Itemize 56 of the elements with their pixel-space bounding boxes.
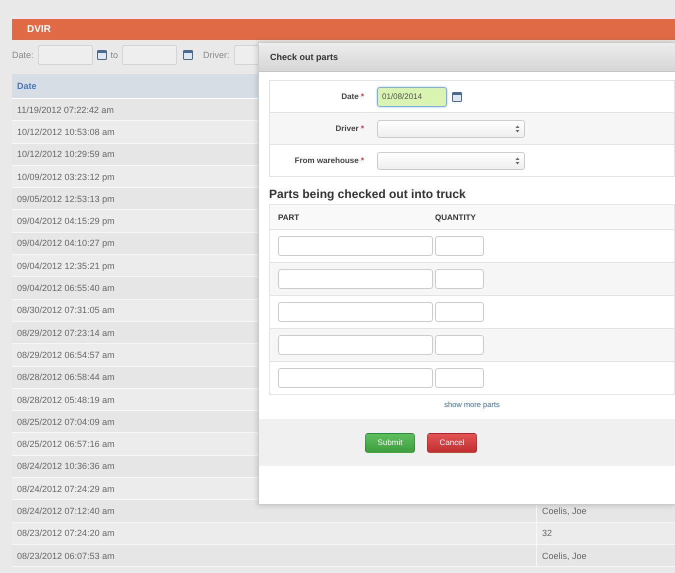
calendar-icon[interactable] — [96, 50, 107, 60]
quantity-field[interactable] — [435, 368, 484, 388]
table-cell: 10/12/2012 10:53:08 am — [17, 126, 115, 137]
quantity-field[interactable] — [435, 269, 484, 289]
date-field[interactable]: 01/08/2014 — [377, 86, 447, 106]
dropdown[interactable] — [377, 152, 525, 170]
calendar-icon[interactable] — [452, 92, 462, 102]
table-cell: 08/24/2012 07:12:40 am — [17, 506, 115, 516]
field-label: Driver: — [203, 50, 230, 60]
table-cell: Coelis, Joe — [542, 550, 587, 561]
dropdown[interactable] — [377, 120, 525, 138]
table-cell: 08/28/2012 05:48:19 am — [17, 394, 115, 404]
cancel-button[interactable]: Cancel — [427, 432, 477, 452]
field-label: to — [110, 50, 118, 60]
column-header: PART — [278, 212, 300, 222]
table-cell: 09/04/2012 06:55:40 am — [17, 283, 115, 294]
table-cell: 10/12/2012 10:29:59 am — [17, 149, 115, 160]
field-label: Date: — [12, 50, 34, 60]
table-cell: 08/24/2012 07:24:29 am — [17, 484, 115, 494]
section-heading: Parts being checked out into truck — [269, 187, 467, 201]
part-field[interactable] — [278, 269, 433, 289]
date-field[interactable] — [122, 44, 178, 64]
column-header: QUANTITY — [435, 212, 476, 222]
table-cell: 08/28/2012 06:58:44 am — [17, 372, 115, 382]
table-cell: 10/09/2012 03:23:12 pm — [17, 172, 115, 182]
field-label: Driver * — [334, 124, 364, 133]
part-field[interactable] — [278, 335, 433, 355]
table-cell: 09/05/2012 12:53:13 pm — [17, 194, 115, 204]
table-cell: 08/25/2012 06:57:16 am — [17, 439, 115, 450]
page-title: DVIR — [27, 24, 51, 35]
table-cell: 08/24/2012 10:36:36 am — [17, 461, 115, 472]
quantity-field[interactable] — [435, 335, 484, 355]
table-cell: 11/19/2012 07:22:42 am — [17, 104, 114, 115]
table-cell: 08/25/2012 07:04:09 am — [17, 416, 115, 427]
table-cell: Coelis, Joe — [542, 506, 587, 516]
quantity-field[interactable] — [435, 236, 484, 256]
part-field[interactable] — [278, 236, 433, 256]
table-cell: 08/23/2012 06:07:53 am — [17, 550, 115, 561]
dropdown-arrows-icon — [515, 124, 520, 132]
table-cell: 09/04/2012 04:15:29 pm — [17, 216, 115, 226]
calendar-icon[interactable] — [183, 50, 194, 60]
table-cell: 09/04/2012 12:35:21 pm — [17, 260, 115, 271]
table-cell: 08/30/2012 07:31:05 am — [17, 305, 115, 316]
quantity-field[interactable] — [435, 302, 484, 322]
part-field[interactable] — [278, 368, 433, 388]
part-field[interactable] — [278, 302, 433, 322]
dropdown-arrows-icon — [515, 156, 520, 164]
table-cell: 32 — [542, 528, 552, 538]
dialog-title: Check out parts — [270, 52, 338, 62]
table-cell: 09/04/2012 04:10:27 pm — [17, 238, 115, 248]
table-cell: 08/23/2012 07:24:20 am — [17, 528, 115, 538]
field-label: From warehouse * — [294, 156, 364, 165]
table-cell: 08/29/2012 06:54:57 am — [17, 350, 115, 360]
field-label: Date * — [340, 92, 364, 101]
table-cell: 08/29/2012 07:23:14 am — [17, 328, 115, 338]
date-field[interactable] — [38, 44, 93, 64]
